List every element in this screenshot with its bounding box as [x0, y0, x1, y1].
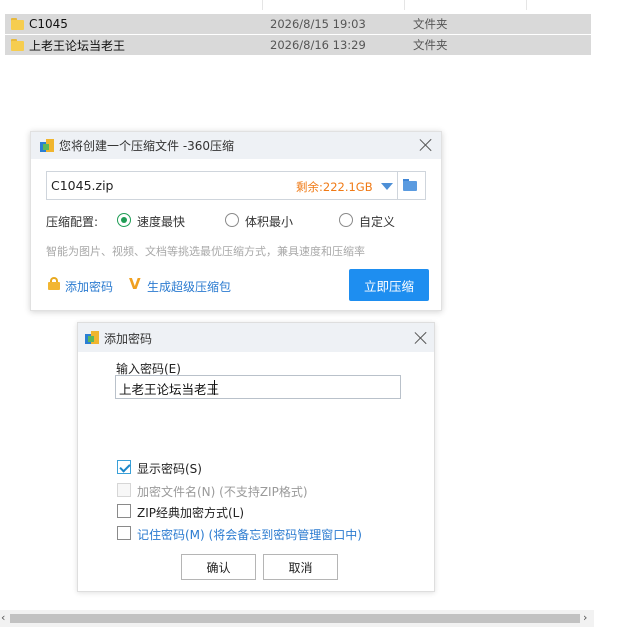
- file-name: 上老王论坛当老王: [29, 38, 126, 53]
- add-password-link[interactable]: 添加密码: [65, 278, 113, 295]
- folder-icon: [11, 39, 24, 51]
- browse-folder-icon[interactable]: [403, 179, 417, 191]
- compress-dialog: 您将创建一个压缩文件 -360压缩 C1045.zip 剩余:222.1GB 压…: [30, 131, 442, 311]
- column-separator: [262, 0, 263, 10]
- confirm-button[interactable]: 确认: [181, 554, 256, 580]
- remember-password-checkbox[interactable]: [117, 526, 131, 540]
- file-type: 文件夹: [413, 38, 448, 52]
- compress-dialog-title: 您将创建一个压缩文件 -360压缩: [59, 139, 235, 153]
- radio-fastest-label[interactable]: 速度最快: [137, 213, 185, 230]
- output-filename[interactable]: C1045.zip: [51, 178, 113, 193]
- file-date: 2026/8/15 19:03: [270, 17, 366, 31]
- close-icon[interactable]: [414, 331, 428, 345]
- radio-fastest[interactable]: [117, 213, 131, 227]
- radio-smallest[interactable]: [225, 213, 239, 227]
- horizontal-scrollbar[interactable]: ‹ ›: [0, 610, 594, 627]
- radio-custom-label[interactable]: 自定义: [359, 213, 395, 230]
- column-separator: [404, 0, 405, 10]
- password-input[interactable]: 上老王论坛当老王: [115, 375, 401, 399]
- compress-dialog-titlebar[interactable]: 您将创建一个压缩文件 -360压缩: [31, 132, 441, 159]
- file-row-laowang[interactable]: 上老王论坛当老王 2026/8/16 13:29 文件夹: [5, 35, 591, 55]
- file-row-c1045[interactable]: C1045 2026/8/15 19:03 文件夹: [5, 14, 591, 34]
- super-pack-link[interactable]: 生成超级压缩包: [147, 278, 231, 295]
- lock-icon[interactable]: [48, 277, 60, 290]
- radio-smallest-label[interactable]: 体积最小: [245, 213, 293, 230]
- cancel-button[interactable]: 取消: [263, 554, 338, 580]
- compress-config-label: 压缩配置:: [46, 215, 99, 229]
- remember-password-label[interactable]: 记住密码(M) (将会备忘到密码管理窗口中): [137, 526, 362, 543]
- zip-classic-encryption-checkbox[interactable]: [117, 504, 131, 518]
- output-path-field[interactable]: C1045.zip 剩余:222.1GB: [46, 171, 426, 200]
- folder-icon: [11, 18, 24, 30]
- show-password-checkbox[interactable]: [117, 460, 131, 474]
- radio-custom[interactable]: [339, 213, 353, 227]
- app-360zip-icon: [40, 139, 54, 152]
- zip-classic-encryption-label[interactable]: ZIP经典加密方式(L): [137, 504, 244, 521]
- divider: [397, 172, 398, 199]
- password-dialog-title: 添加密码: [104, 332, 153, 346]
- scroll-right-icon[interactable]: ›: [583, 611, 587, 624]
- file-date: 2026/8/16 13:29: [270, 38, 366, 52]
- encrypt-filenames-checkbox[interactable]: [117, 483, 131, 497]
- add-password-dialog: 添加密码 输入密码(E) 上老王论坛当老王 显示密码(S) 加密文件名(N) (…: [77, 322, 435, 592]
- file-type: 文件夹: [413, 17, 448, 31]
- password-dialog-titlebar[interactable]: 添加密码: [78, 323, 434, 352]
- compress-now-button[interactable]: 立即压缩: [349, 269, 429, 301]
- text-caret: [214, 380, 215, 395]
- password-value[interactable]: 上老王论坛当老王: [119, 379, 219, 398]
- file-name: C1045: [29, 17, 68, 31]
- scroll-left-icon[interactable]: ‹: [1, 611, 5, 624]
- show-password-label[interactable]: 显示密码(S): [137, 460, 202, 477]
- encrypt-filenames-label[interactable]: 加密文件名(N) (不支持ZIP格式): [137, 483, 308, 500]
- compress-hint-text: 智能为图片、视频、文档等挑选最优压缩方式，兼具速度和压缩率: [46, 245, 365, 258]
- scrollbar-thumb[interactable]: [10, 614, 580, 623]
- free-space-label: 剩余:222.1GB: [296, 180, 373, 194]
- super-pack-icon[interactable]: V: [129, 275, 141, 293]
- chevron-down-icon[interactable]: [381, 183, 393, 190]
- close-icon[interactable]: [419, 138, 433, 152]
- app-360zip-icon: [85, 331, 99, 344]
- column-separator: [526, 0, 527, 10]
